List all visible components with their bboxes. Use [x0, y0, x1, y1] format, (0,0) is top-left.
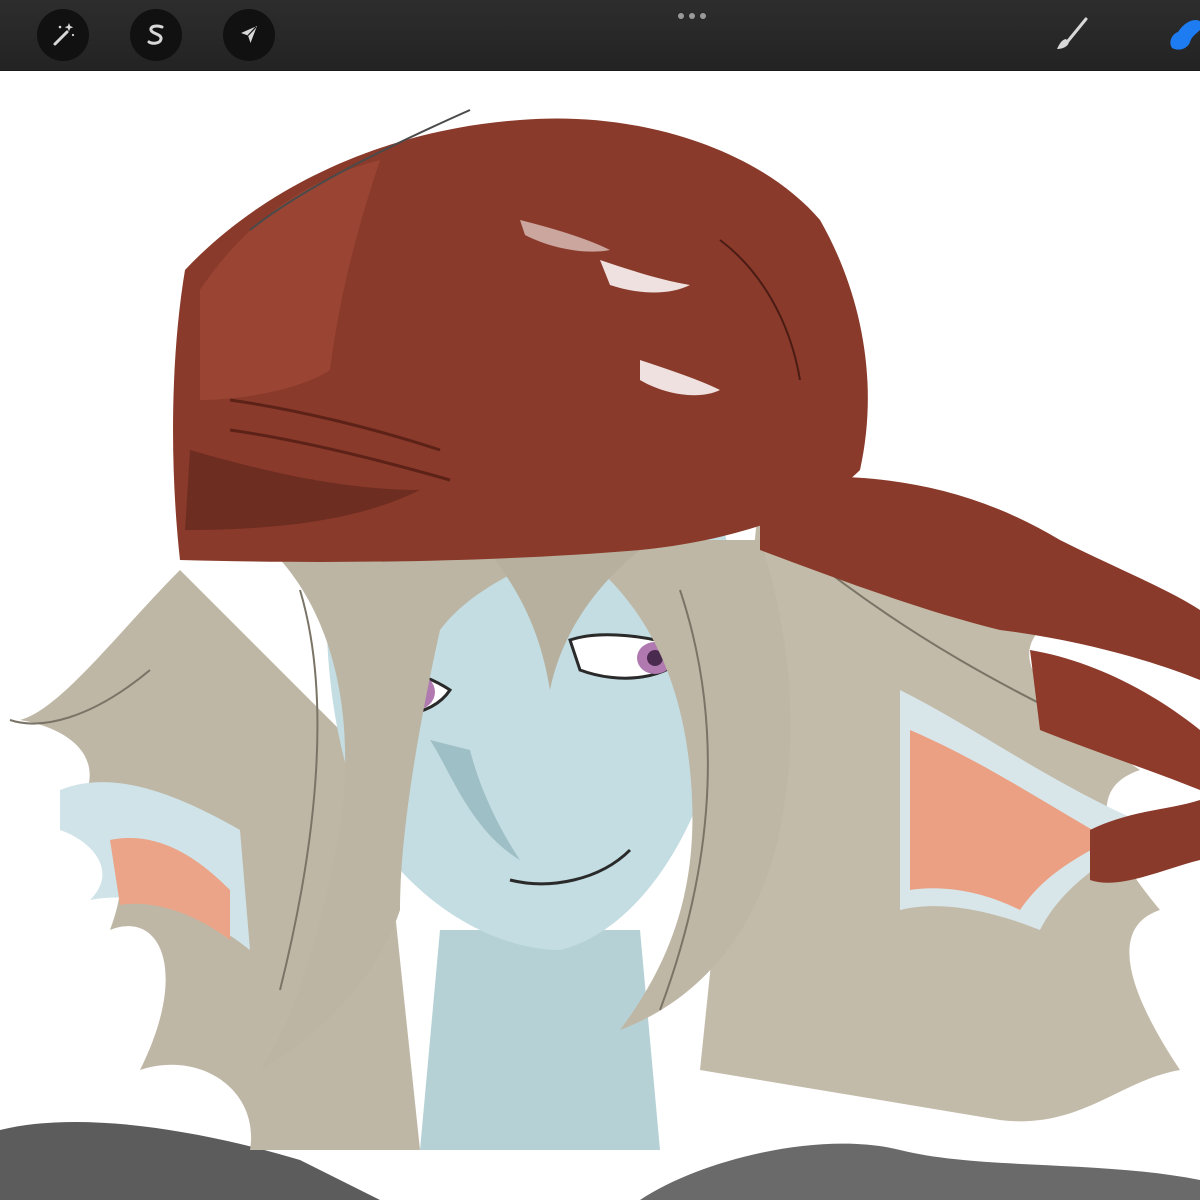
dot: [678, 13, 684, 19]
adjustments-button[interactable]: [37, 9, 89, 61]
drawing-app: [0, 0, 1200, 1200]
selection-s-icon: [147, 24, 164, 45]
more-dots-icon[interactable]: [672, 8, 712, 24]
drawing-canvas[interactable]: [0, 70, 1200, 1200]
artwork-illustration: [0, 109, 1200, 1200]
dot: [700, 13, 706, 19]
brush-tool-button[interactable]: [1046, 10, 1096, 60]
dot: [689, 13, 695, 19]
transform-button[interactable]: [223, 9, 275, 61]
brush-icon: [1057, 17, 1088, 49]
magic-wand-icon: [53, 23, 75, 46]
selection-button[interactable]: [130, 9, 182, 61]
smudge-icon: [1170, 20, 1200, 50]
smudge-tool-button[interactable]: [1160, 10, 1200, 60]
arrow-cursor-icon: [241, 26, 257, 43]
top-toolbar: [0, 0, 1200, 70]
